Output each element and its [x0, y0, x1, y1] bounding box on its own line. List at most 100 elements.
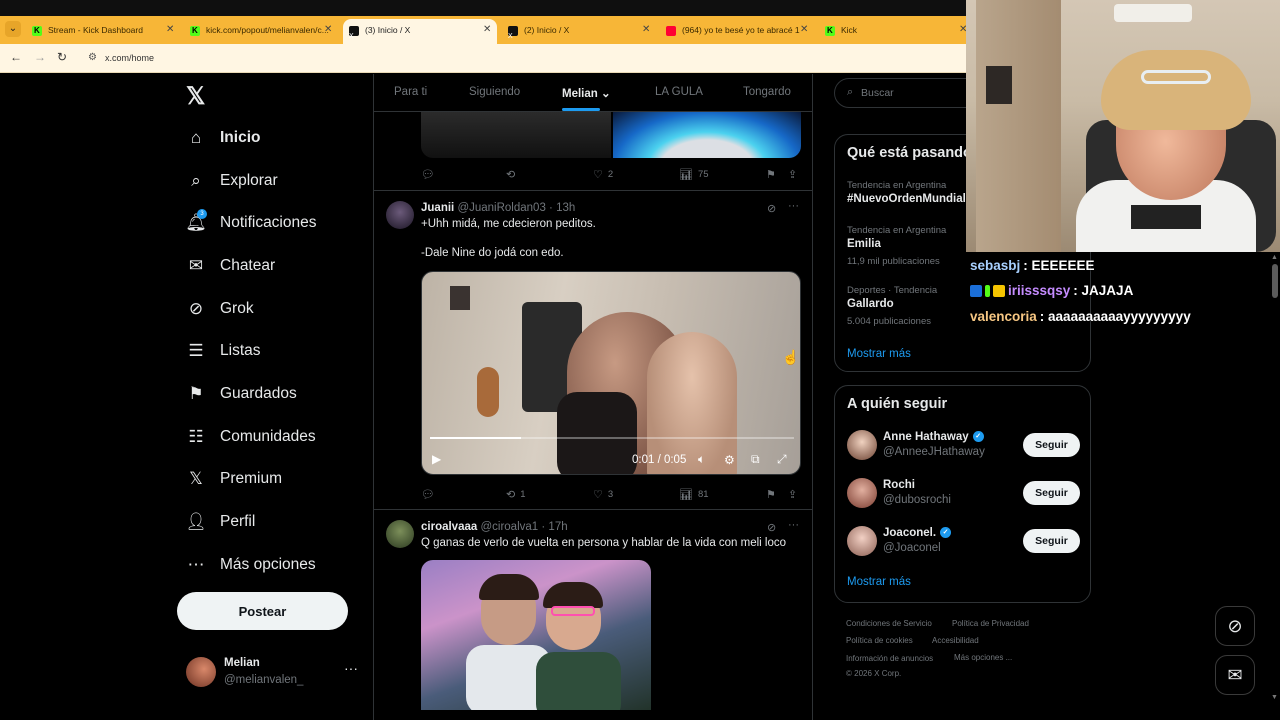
tab-la-gula[interactable]: LA GULA: [655, 86, 703, 98]
timestamp[interactable]: 17h: [548, 521, 567, 533]
browser-tab[interactable]: kick.com/popout/melianvalen/c... ✕: [190, 19, 340, 42]
volume-icon[interactable]: 🔈︎: [698, 452, 705, 467]
account-handle[interactable]: @dubosrochi: [883, 494, 951, 506]
browser-tab[interactable]: (2) Inicio / X ✕: [508, 19, 658, 41]
grok-icon[interactable]: ⊘: [767, 202, 776, 215]
account-name[interactable]: Rochi: [883, 479, 915, 491]
nav-item-explorar[interactable]: ⌕ Explorar: [186, 166, 278, 196]
nav-item-mas-opciones[interactable]: ⋯ Más opciones: [186, 550, 316, 580]
footer-link[interactable]: Política de cookies: [846, 636, 913, 645]
back-arrow-icon[interactable]: ←: [10, 50, 22, 64]
bookmark-button[interactable]: ⚑: [766, 168, 776, 181]
chat-username[interactable]: valencoria: [970, 309, 1037, 324]
timestamp[interactable]: 13h: [556, 202, 575, 214]
scroll-down-icon[interactable]: ▼: [1271, 694, 1278, 701]
browser-tab[interactable]: Stream - Kick Dashboard ✕: [32, 19, 182, 42]
nav-item-grok[interactable]: ⊘ Grok: [186, 294, 254, 324]
like-button[interactable]: ♡ 2: [593, 168, 613, 181]
views-button[interactable]: 📊︎ 75: [679, 168, 709, 181]
settings-icon[interactable]: ⚙: [724, 453, 735, 467]
close-tab-icon[interactable]: ✕: [166, 19, 174, 41]
tab-melian[interactable]: Melian ⌄: [562, 86, 611, 100]
retweet-count: 1: [520, 489, 526, 500]
close-tab-icon[interactable]: ✕: [800, 19, 808, 41]
nav-item-guardados[interactable]: ⚑ Guardados: [186, 379, 296, 409]
nav-item-inicio[interactable]: ⌂ Inicio: [186, 123, 261, 153]
avatar[interactable]: [386, 201, 414, 229]
share-button[interactable]: ⇪: [788, 168, 797, 181]
forward-arrow-icon[interactable]: →: [34, 50, 46, 64]
grok-icon[interactable]: ⊘: [767, 521, 776, 534]
trend-name[interactable]: #NuevoOrdenMundial: [847, 193, 966, 205]
author-handle[interactable]: @ciroalva1: [480, 521, 538, 533]
show-more-link[interactable]: Mostrar más: [847, 348, 911, 360]
chat-username[interactable]: iriisssqsy: [1008, 283, 1070, 298]
browser-tab-active[interactable]: (3) Inicio / X ✕: [343, 19, 497, 44]
avatar[interactable]: [847, 478, 877, 508]
avatar[interactable]: [847, 430, 877, 460]
tab-para-ti[interactable]: Para ti: [394, 86, 427, 98]
reload-icon[interactable]: ↻: [57, 50, 67, 64]
scrollbar-thumb[interactable]: [1272, 264, 1278, 298]
close-tab-icon[interactable]: ✕: [324, 19, 332, 41]
reply-button[interactable]: 💬︎: [421, 488, 435, 501]
tab-tongardo[interactable]: Tongardo: [743, 86, 791, 98]
bookmark-button[interactable]: ⚑: [766, 488, 776, 501]
scrollbar[interactable]: [1270, 252, 1280, 720]
browser-tab[interactable]: (964) yo te besé yo te abracé 1 ✕: [666, 19, 816, 41]
avatar[interactable]: [386, 520, 414, 548]
views-button[interactable]: 📊︎ 81: [679, 488, 709, 501]
avatar[interactable]: [847, 526, 877, 556]
reply-button[interactable]: 💬︎: [421, 168, 435, 181]
account-handle[interactable]: @Joaconel: [883, 542, 941, 554]
close-tab-icon[interactable]: ✕: [483, 19, 491, 41]
tweet[interactable]: Juanii @JuaniRoldan03 · 13h ⊘ ··· +Uhh m…: [374, 190, 812, 510]
nav-item-comunidades[interactable]: ☷ Comunidades: [186, 422, 315, 452]
trend-count: 11,9 mil publicaciones: [847, 256, 940, 267]
nav-item-listas[interactable]: ☰ Listas: [186, 336, 260, 366]
retweet-button[interactable]: ⟲: [506, 168, 515, 181]
cam-person-shape: [1131, 205, 1201, 229]
author-name[interactable]: Juanii: [421, 202, 454, 214]
video-player[interactable]: ▶ 0:01 / 0:05 🔈︎ ⚙ ⧉ ⤢: [421, 271, 801, 475]
retweet-button[interactable]: ⟲ 1: [506, 488, 526, 501]
url-field[interactable]: ⚙ x.com/home: [80, 48, 960, 69]
browser-tab[interactable]: Kick ✕: [825, 19, 967, 42]
nav-item-perfil[interactable]: 👤︎ Perfil: [185, 507, 255, 537]
tab-title: Kick: [841, 25, 858, 35]
footer-link[interactable]: Información de anuncios: [846, 654, 933, 663]
tweet-photo[interactable]: [421, 560, 651, 710]
nav-item-premium[interactable]: 𝕏 Premium: [186, 464, 282, 494]
like-button[interactable]: ♡ 3: [593, 488, 613, 501]
account-name[interactable]: Joaconel. ✓: [883, 527, 952, 539]
site-info-icon[interactable]: ⚙: [88, 52, 97, 63]
close-tab-icon[interactable]: ✕: [642, 19, 650, 41]
tab-list-button[interactable]: ⌄: [5, 21, 21, 37]
nav-label: Explorar: [220, 172, 278, 189]
share-button[interactable]: ⇪: [788, 488, 797, 501]
play-icon[interactable]: ▶: [432, 452, 441, 466]
more-icon[interactable]: ···: [788, 519, 799, 531]
nav-item-notificaciones[interactable]: 🔔︎ 3 Notificaciones: [185, 208, 317, 238]
messages-floating-button[interactable]: ✉: [1215, 655, 1255, 695]
tweet[interactable]: ciroalvaaa @ciroalva1 · 17h ⊘ ··· Q gana…: [374, 509, 812, 720]
author-name[interactable]: ciroalvaaa: [421, 521, 477, 533]
nav-item-chatear[interactable]: ✉ Chatear: [186, 251, 275, 281]
more-icon[interactable]: ···: [344, 660, 358, 676]
fullscreen-icon[interactable]: ⤢: [777, 452, 787, 467]
x-logo-icon[interactable]: 𝕏: [186, 82, 205, 111]
trend-name[interactable]: Emilia: [847, 238, 881, 250]
author-handle[interactable]: @JuaniRoldan03: [457, 202, 545, 214]
account-switcher[interactable]: Melian @melianvalen_ ···: [186, 656, 371, 688]
chat-username[interactable]: sebasbj: [970, 258, 1020, 273]
grok-floating-button[interactable]: ⊘: [1215, 606, 1255, 646]
tweet-media[interactable]: [421, 112, 801, 158]
more-icon[interactable]: ···: [788, 200, 799, 212]
footer-link[interactable]: Condiciones de Servicio: [846, 619, 932, 628]
tab-siguiendo[interactable]: Siguiendo: [469, 86, 520, 98]
show-more-link[interactable]: Mostrar más: [847, 576, 911, 588]
scroll-up-icon[interactable]: ▲: [1271, 254, 1278, 261]
pip-icon[interactable]: ⧉: [751, 452, 760, 467]
post-button[interactable]: Postear: [177, 592, 348, 630]
trend-name[interactable]: Gallardo: [847, 298, 894, 310]
